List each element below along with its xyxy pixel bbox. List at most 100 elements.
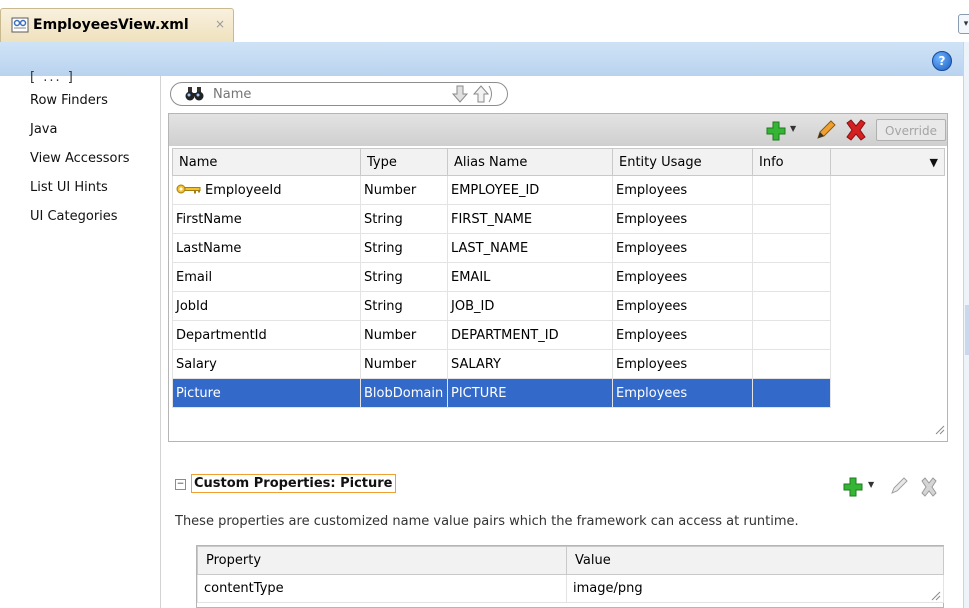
attribute-type-cell: BlobDomain [360, 378, 448, 408]
attribute-name-cell: Salary [172, 349, 361, 379]
collapse-section-icon[interactable]: − [175, 479, 186, 490]
attributes-panel: ▼ Override Name Type Alias Name Entity U… [168, 113, 948, 442]
attribute-entity-usage-cell: Employees [612, 349, 753, 379]
attribute-info-cell [752, 233, 831, 263]
table-row[interactable]: Salary Number SALARY Employees [172, 349, 945, 379]
column-header-info[interactable]: Info [752, 148, 831, 176]
table-row[interactable]: contentType image/png [197, 574, 944, 603]
attribute-alias-cell: SALARY [447, 349, 613, 379]
help-icon[interactable]: ? [932, 51, 952, 71]
attribute-name-cell: Picture [172, 378, 361, 408]
attribute-alias-cell: PICTURE [447, 378, 613, 408]
attribute-type-cell: String [360, 291, 448, 321]
attribute-entity-usage-cell: Employees [612, 175, 753, 205]
table-row[interactable]: Email String EMAIL Employees [172, 262, 945, 292]
column-header-entity-usage[interactable]: Entity Usage [612, 148, 753, 176]
table-row[interactable]: LastName String LAST_NAME Employees [172, 233, 945, 263]
add-attribute-icon[interactable] [766, 121, 786, 145]
delete-property-icon[interactable] [919, 477, 939, 501]
attribute-info-cell [752, 320, 831, 350]
editor-tab-employees-view[interactable]: EmployeesView.xml × [0, 8, 234, 42]
attribute-name-cell: Email [172, 262, 361, 292]
attribute-entity-usage-cell: Employees [612, 204, 753, 234]
add-dropdown-chevron-icon[interactable]: ▼ [790, 124, 796, 133]
attribute-type-cell: String [360, 262, 448, 292]
delete-icon[interactable] [844, 119, 868, 145]
custom-properties-title[interactable]: Custom Properties: Picture [191, 474, 396, 493]
attributes-table: Name Type Alias Name Entity Usage Info ▼… [172, 148, 945, 408]
table-row[interactable]: DepartmentId Number DEPARTMENT_ID Employ… [172, 320, 945, 350]
right-scroll-thumb[interactable] [965, 305, 969, 355]
table-row-selected[interactable]: Picture BlobDomain PICTURE Employees [172, 378, 945, 408]
property-value-cell: image/png [566, 574, 944, 603]
editor-tab-bar: EmployeesView.xml × ▾ [0, 0, 969, 42]
table-row[interactable]: JobId String JOB_ID Employees [172, 291, 945, 321]
attribute-search [170, 82, 508, 106]
attribute-type-cell: String [360, 233, 448, 263]
attribute-alias-cell: JOB_ID [447, 291, 613, 321]
properties-resize-grip-icon[interactable] [929, 589, 941, 605]
attribute-info-cell [752, 378, 831, 408]
editor-header-band [0, 42, 963, 76]
table-resize-grip-icon[interactable] [933, 423, 945, 439]
attribute-entity-usage-cell: Employees [612, 291, 753, 321]
view-object-xml-file-icon [11, 17, 29, 37]
column-chooser-dropdown-icon[interactable]: ▼ [930, 156, 938, 169]
attribute-alias-cell: EMPLOYEE_ID [447, 175, 613, 205]
attribute-info-cell [752, 204, 831, 234]
table-row[interactable]: FirstName String FIRST_NAME Employees [172, 204, 945, 234]
nav-item-row-finders[interactable]: Row Finders [30, 93, 108, 108]
nav-item-view-accessors[interactable]: View Accessors [30, 151, 130, 166]
column-header-value[interactable]: Value [566, 546, 944, 575]
attribute-info-cell [752, 349, 831, 379]
column-chooser[interactable]: ▼ [830, 148, 945, 176]
search-navigation-arrows [451, 85, 495, 107]
editor-tab-title: EmployeesView.xml [33, 17, 189, 33]
attribute-alias-cell: EMAIL [447, 262, 613, 292]
attribute-type-cell: Number [360, 320, 448, 350]
attribute-type-cell: Number [360, 349, 448, 379]
attribute-type-cell: Number [360, 175, 448, 205]
attributes-toolbar: ▼ Override [169, 114, 947, 146]
attribute-name-cell: LastName [172, 233, 361, 263]
add-property-dropdown-icon[interactable]: ▼ [868, 480, 874, 489]
nav-item-ui-categories[interactable]: UI Categories [30, 209, 118, 224]
nav-item-java[interactable]: Java [30, 122, 57, 137]
add-property-icon[interactable] [843, 477, 863, 501]
custom-properties-description: These properties are customized name val… [175, 514, 799, 529]
table-row[interactable]: EmployeeId Number EMPLOYEE_ID Employees [172, 175, 945, 205]
table-header-row: Name Type Alias Name Entity Usage Info ▼ [172, 148, 945, 176]
attribute-name-cell: JobId [172, 291, 361, 321]
override-button[interactable]: Override [876, 119, 946, 141]
binoculars-search-icon[interactable] [185, 86, 205, 106]
nav-item-list-ui-hints[interactable]: List UI Hints [30, 180, 108, 195]
attribute-name-cell: FirstName [172, 204, 361, 234]
attribute-info-cell [752, 175, 831, 205]
column-header-name[interactable]: Name [172, 148, 361, 176]
table-header-row: Property Value [197, 546, 944, 575]
search-input[interactable] [213, 85, 393, 103]
search-arrows-icon [451, 85, 492, 103]
attribute-entity-usage-cell: Employees [612, 378, 753, 408]
attribute-alias-cell: FIRST_NAME [447, 204, 613, 234]
column-header-type[interactable]: Type [360, 148, 448, 176]
attribute-entity-usage-cell: Employees [612, 262, 753, 292]
overview-navigation: [ ... ] Row Finders Java View Accessors … [0, 70, 160, 608]
column-header-property[interactable]: Property [197, 546, 567, 575]
custom-properties-table: Property Value contentType image/png [197, 546, 944, 603]
tab-list-menu-icon[interactable]: ▾ [958, 14, 969, 34]
attribute-name: EmployeeId [205, 182, 282, 198]
custom-properties-toolbar: ▼ [843, 476, 943, 498]
nav-item-clipped[interactable]: [ ... ] [30, 70, 75, 85]
edit-property-pencil-icon[interactable] [889, 476, 909, 500]
custom-properties-panel: Property Value contentType image/png [196, 545, 944, 608]
attribute-info-cell [752, 262, 831, 292]
attribute-entity-usage-cell: Employees [612, 233, 753, 263]
attribute-type-cell: String [360, 204, 448, 234]
tab-close-icon[interactable]: × [215, 17, 225, 31]
attribute-alias-cell: DEPARTMENT_ID [447, 320, 613, 350]
primary-key-icon [176, 183, 202, 198]
edit-pencil-icon[interactable] [815, 119, 837, 145]
attribute-name-cell: DepartmentId [172, 320, 361, 350]
column-header-alias-name[interactable]: Alias Name [447, 148, 613, 176]
